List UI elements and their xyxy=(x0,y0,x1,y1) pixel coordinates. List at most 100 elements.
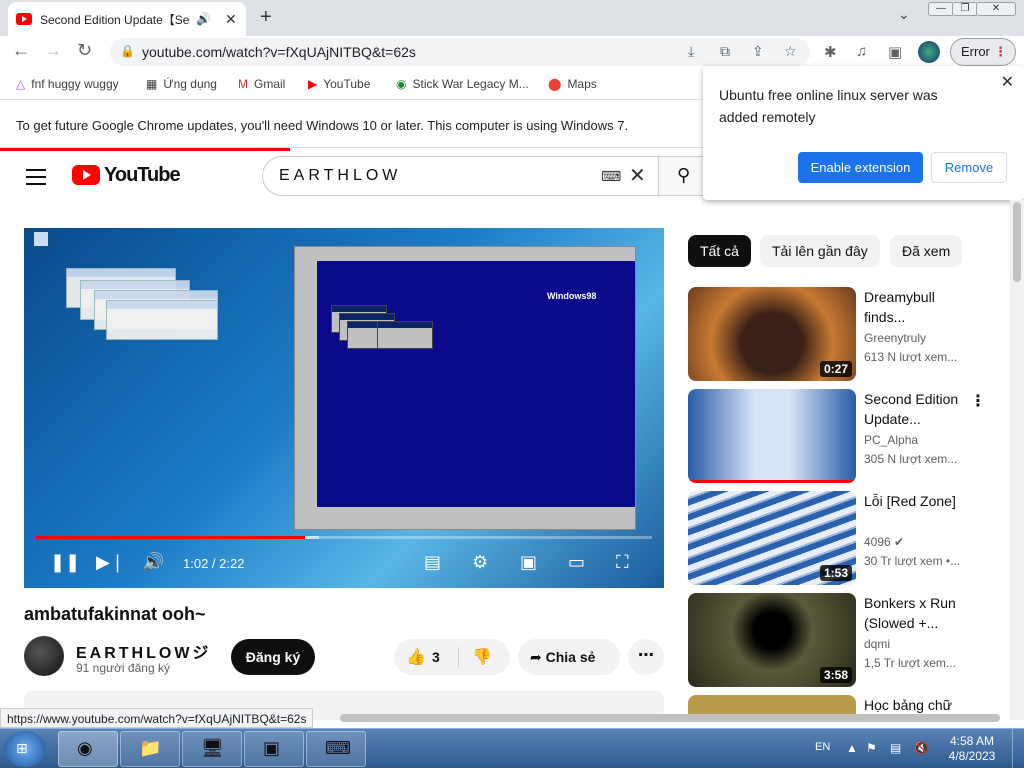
recommended-video[interactable]: Second Edition Update... PC_Alpha 305 N … xyxy=(688,389,988,485)
action-center-flag-icon[interactable]: ⚑ xyxy=(866,741,877,755)
video-thumbnail[interactable]: 1:53 xyxy=(688,491,856,585)
bookmark-maps[interactable]: ⬤ Maps xyxy=(548,77,597,91)
subtitles-icon[interactable]: ▤ xyxy=(424,552,441,573)
dislike-thumb-icon[interactable]: 👎 xyxy=(472,647,492,667)
clear-search-icon[interactable]: ✕ xyxy=(629,163,646,188)
miniplayer-icon[interactable]: ▣ xyxy=(520,552,537,573)
volume-icon[interactable]: 🔊 xyxy=(142,552,164,573)
browser-tab[interactable]: Second Edition Update【Seco 🔊 ✕ xyxy=(8,2,246,36)
close-window-button[interactable]: ✕ xyxy=(976,2,1016,16)
speaker-icon[interactable]: 🔊 xyxy=(196,12,211,26)
scrollbar-thumb[interactable] xyxy=(1013,202,1021,282)
like-thumb-icon[interactable]: 👍 xyxy=(406,647,426,667)
video-player[interactable]: Windows98 ❚❚ ▶❘ 🔊 1:02 / 2:22 ▤ ⚙ ▣ ▭ ⛶ xyxy=(24,228,664,588)
video-progress-bar[interactable] xyxy=(36,536,652,539)
bookmark-youtube[interactable]: ▶ YouTube xyxy=(308,77,370,91)
chip-recent-uploads[interactable]: Tải lên gần đây xyxy=(760,235,880,267)
show-hidden-icons-icon[interactable]: ▲ xyxy=(846,741,858,755)
bookmark-label: Gmail xyxy=(254,77,286,91)
volume-muted-icon[interactable]: 🔇 xyxy=(914,741,929,755)
video-thumbnail[interactable] xyxy=(688,695,856,715)
settings-gear-icon[interactable]: ⚙ xyxy=(472,552,488,573)
language-indicator[interactable]: EN xyxy=(815,741,830,753)
kebab-menu-icon[interactable]: ⋮ xyxy=(970,391,986,411)
keyboard-icon[interactable]: ⌨ xyxy=(601,168,621,185)
bookmark-fnf[interactable]: △ fnf huggy wuggy xyxy=(16,77,119,91)
bookmark-apps[interactable]: ▦ Ứng dụng xyxy=(146,77,217,91)
rec-channel[interactable]: 4096 ✔ xyxy=(864,535,904,549)
vertical-scrollbar[interactable] xyxy=(1010,200,1024,720)
close-tab-icon[interactable]: ✕ xyxy=(225,11,237,28)
share-icon[interactable]: ⇪ xyxy=(752,43,764,60)
address-bar[interactable]: 🔒 youtube.com/watch?v=fXqUAjNITBQ&t=62s … xyxy=(110,38,810,66)
bookmark-star-icon[interactable]: ☆ xyxy=(784,43,797,60)
reload-icon[interactable]: ↻ xyxy=(77,40,92,61)
lock-icon[interactable]: 🔒 xyxy=(120,44,135,58)
remove-button[interactable]: Remove xyxy=(931,152,1007,183)
chip-watched[interactable]: Đã xem xyxy=(890,235,963,267)
rec-channel[interactable]: Greenytruly xyxy=(864,331,926,345)
rec-title[interactable]: Second Edition Update... xyxy=(864,389,964,429)
like-dislike-bar: 👍 3 👎 xyxy=(394,639,510,675)
rec-channel[interactable]: PC_Alpha xyxy=(864,433,918,447)
like-count[interactable]: 3 xyxy=(432,649,440,665)
translate-icon[interactable]: ⧉ xyxy=(720,43,730,60)
video-thumbnail[interactable] xyxy=(688,389,856,483)
close-icon[interactable]: ✕ xyxy=(1001,72,1014,92)
rec-channel[interactable]: dqmi xyxy=(864,637,890,651)
horizontal-scrollbar[interactable] xyxy=(340,714,1000,722)
fullscreen-icon[interactable]: ⛶ xyxy=(616,552,629,573)
bookmark-gmail[interactable]: M Gmail xyxy=(238,77,285,91)
minimize-button[interactable]: — xyxy=(928,2,954,16)
video-thumbnail[interactable]: 3:58 xyxy=(688,593,856,687)
taskbar-explorer[interactable]: 📁 xyxy=(120,731,180,767)
channel-name[interactable]: EARTHLOWジ xyxy=(76,639,211,663)
show-desktop-button[interactable] xyxy=(1012,729,1024,769)
youtube-wordmark[interactable]: YouTube xyxy=(104,164,181,187)
hamburger-menu-icon[interactable] xyxy=(26,169,46,190)
rec-title[interactable]: Dreamybull finds... xyxy=(864,287,964,327)
subscribe-button[interactable]: Đăng ký xyxy=(231,639,315,675)
recommended-video[interactable]: 0:27 Dreamybull finds... Greenytruly 613… xyxy=(688,287,988,383)
theater-mode-icon[interactable]: ▭ xyxy=(568,552,585,573)
share-button[interactable]: ➦ Chia sẻ xyxy=(518,639,620,675)
taskbar-keyboard[interactable]: ⌨ xyxy=(306,731,366,767)
new-tab-button[interactable]: + xyxy=(260,6,272,29)
recommended-video[interactable]: Học bảng chữ xyxy=(688,695,988,715)
rec-title[interactable]: Bonkers x Run (Slowed +... xyxy=(864,593,964,633)
profile-avatar[interactable] xyxy=(918,41,940,63)
rec-title[interactable]: Học bảng chữ xyxy=(864,695,964,715)
channel-avatar[interactable] xyxy=(24,636,64,676)
next-icon[interactable]: ▶❘ xyxy=(96,552,125,573)
more-actions-icon[interactable]: ⋯ xyxy=(628,639,664,675)
recommended-video[interactable]: 3:58 Bonkers x Run (Slowed +... dqmi 1,5… xyxy=(688,593,988,689)
bookmark-stickwar[interactable]: ◉ Stick War Legacy M... xyxy=(396,77,529,91)
forward-arrow-icon[interactable]: → xyxy=(44,40,62,61)
search-button[interactable]: ⚲ xyxy=(658,156,706,196)
taskbar-app[interactable]: ▣ xyxy=(244,731,304,767)
search-query[interactable]: EARTHLOW xyxy=(279,167,401,185)
media-control-icon[interactable]: ♫ xyxy=(856,43,867,60)
side-panel-icon[interactable]: ▣ xyxy=(888,43,902,61)
url-text[interactable]: youtube.com/watch?v=fXqUAjNITBQ&t=62s xyxy=(142,44,416,60)
youtube-favicon-icon xyxy=(16,13,32,25)
error-menu-button[interactable]: Error ⋮ xyxy=(950,38,1016,66)
restore-button[interactable]: ❐ xyxy=(952,2,978,16)
extensions-puzzle-icon[interactable]: ✱ xyxy=(824,43,837,61)
taskbar-chrome[interactable]: ◉ xyxy=(58,731,118,767)
start-button[interactable]: ⊞ xyxy=(4,731,46,767)
system-clock[interactable]: 4:58 AM 4/8/2023 xyxy=(944,734,1000,764)
search-input[interactable]: EARTHLOW ⌨ ✕ xyxy=(262,156,658,196)
rec-title[interactable]: Lỗi [Red Zone] xyxy=(864,491,964,511)
video-thumbnail[interactable]: 0:27 xyxy=(688,287,856,381)
network-icon[interactable]: ▤ xyxy=(890,741,901,755)
back-arrow-icon[interactable]: ← xyxy=(12,40,30,61)
pause-icon[interactable]: ❚❚ xyxy=(50,552,80,573)
youtube-logo-icon[interactable] xyxy=(72,165,100,185)
taskbar-network-app[interactable]: 🖥 xyxy=(182,731,242,767)
chip-all[interactable]: Tất cả xyxy=(688,235,751,267)
tab-search-chevron-icon[interactable]: ⌄ xyxy=(898,6,910,23)
recommended-video[interactable]: 1:53 Lỗi [Red Zone] 4096 ✔ 30 Tr lượt xe… xyxy=(688,491,988,587)
install-icon[interactable]: ⤓ xyxy=(688,43,694,60)
enable-extension-button[interactable]: Enable extension xyxy=(798,152,923,183)
